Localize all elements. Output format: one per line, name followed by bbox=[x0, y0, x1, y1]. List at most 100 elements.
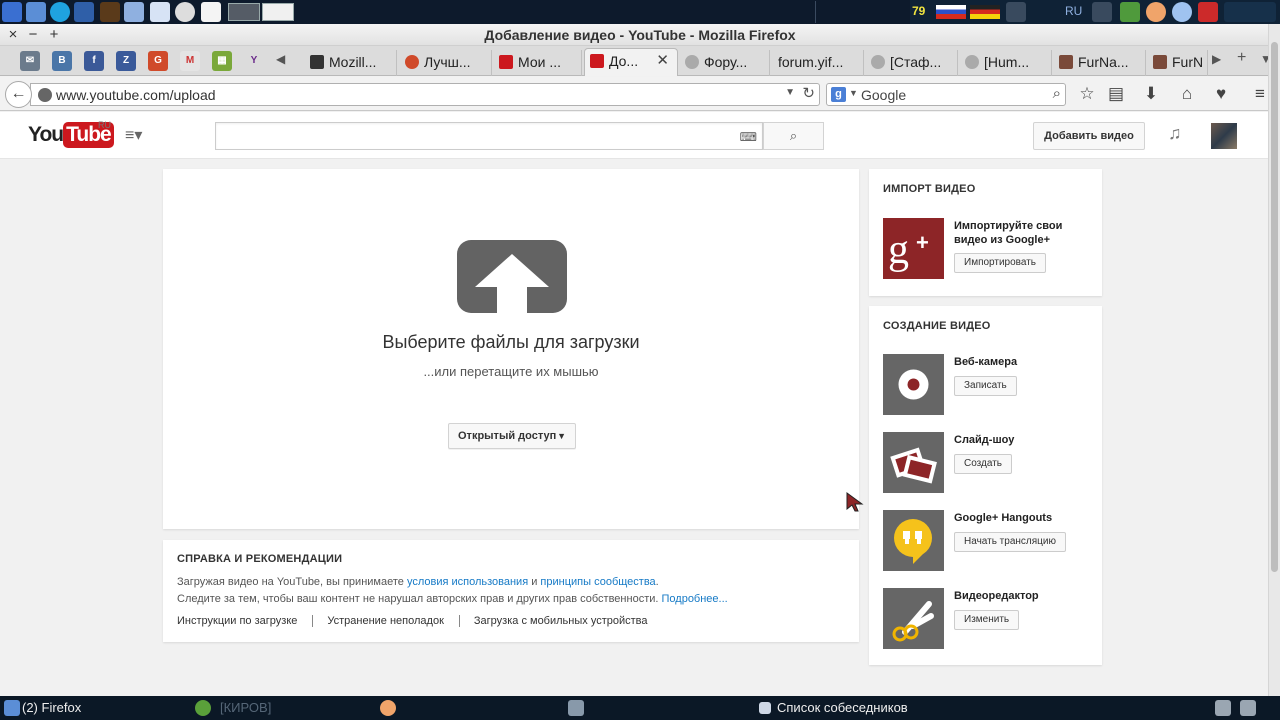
network-icon[interactable] bbox=[1092, 2, 1112, 22]
tab-furn[interactable]: FurN bbox=[1148, 50, 1208, 76]
task-firefox[interactable]: (2) Firefox bbox=[22, 696, 81, 720]
downloads-icon[interactable]: ⬇ bbox=[1141, 84, 1161, 104]
menu-icon[interactable]: ≡ bbox=[1250, 84, 1270, 104]
tab-staf[interactable]: [Стаф... bbox=[866, 50, 958, 76]
upload-title[interactable]: Выберите файлы для загрузки bbox=[163, 332, 859, 353]
notifications-bell-icon[interactable]: ♫ bbox=[1168, 123, 1182, 144]
troubleshooting-link[interactable]: Устранение неполадок bbox=[327, 615, 444, 627]
search-engine-name: Google bbox=[861, 87, 907, 103]
tabs-scroll-right-icon[interactable]: ▶ bbox=[1212, 52, 1221, 66]
record-icon[interactable] bbox=[1198, 2, 1218, 22]
volume-icon[interactable] bbox=[1006, 2, 1026, 22]
pinned-tab-yahoo[interactable]: Y bbox=[244, 51, 264, 71]
url-history-dropdown-icon[interactable]: ▼ bbox=[785, 87, 795, 98]
back-button[interactable]: ← bbox=[5, 81, 32, 108]
new-tab-icon[interactable]: + bbox=[1237, 49, 1246, 67]
youtube-search-button[interactable]: ⌕ bbox=[763, 122, 824, 150]
search-engine-dropdown-icon[interactable]: ▼ bbox=[849, 88, 858, 98]
task-chat-list[interactable]: Список собеседников bbox=[777, 696, 908, 720]
camera-icon[interactable] bbox=[175, 2, 195, 22]
start-menu-icon[interactable] bbox=[2, 2, 22, 22]
pinned-tab-g[interactable]: G bbox=[148, 51, 168, 71]
search-icon[interactable]: ⌕ bbox=[1053, 85, 1061, 102]
pinned-tab-facebook[interactable]: f bbox=[84, 51, 104, 71]
video-editor-icon[interactable] bbox=[883, 588, 944, 649]
tab-close-icon[interactable]: ✕ bbox=[656, 49, 669, 73]
add-video-button[interactable]: Добавить видео bbox=[1033, 122, 1145, 150]
addon-icon[interactable]: ♥ bbox=[1211, 84, 1231, 104]
scrollbar-thumb[interactable] bbox=[1271, 42, 1278, 572]
document-icon[interactable] bbox=[150, 2, 170, 22]
url-bar[interactable]: www.youtube.com/upload ▼ ↻ bbox=[30, 83, 820, 106]
hangouts-icon[interactable] bbox=[883, 510, 944, 571]
youtube-favicon bbox=[590, 54, 604, 68]
tab-best[interactable]: Лучш... bbox=[400, 50, 492, 76]
messenger-icon[interactable] bbox=[1172, 2, 1192, 22]
pinned-tab-vk[interactable]: B bbox=[52, 51, 72, 71]
pinned-tab-mail[interactable]: ✉ bbox=[20, 51, 40, 71]
tab-my-videos[interactable]: Мои ... bbox=[494, 50, 582, 76]
youtube-search-input[interactable]: ⌨ bbox=[215, 122, 763, 150]
tab-forum[interactable]: Фору... bbox=[680, 50, 770, 76]
skype-icon[interactable] bbox=[50, 2, 70, 22]
guide-menu-icon[interactable]: ≡▾ bbox=[125, 125, 142, 145]
launcher-icon[interactable] bbox=[100, 2, 120, 22]
privacy-label: Открытый доступ bbox=[458, 430, 557, 442]
create-slideshow-button[interactable]: Создать bbox=[954, 454, 1013, 474]
bookmark-star-icon[interactable]: ☆ bbox=[1077, 84, 1097, 104]
tray-app-icon-2[interactable] bbox=[1240, 700, 1256, 716]
webcam-icon[interactable] bbox=[883, 354, 944, 415]
tab-hum[interactable]: [Hum... bbox=[960, 50, 1052, 76]
tab-label: forum.yif... bbox=[778, 54, 844, 70]
terms-of-use-link[interactable]: условия использования bbox=[407, 576, 528, 588]
tabs-scroll-left-icon[interactable]: ◀ bbox=[276, 52, 285, 66]
record-button[interactable]: Записать bbox=[954, 376, 1017, 396]
avatar[interactable] bbox=[1211, 123, 1237, 149]
pinned-tab-app2[interactable]: ▦ bbox=[212, 51, 232, 71]
svg-text:+: + bbox=[916, 230, 929, 255]
bookmarks-list-icon[interactable]: ▤ bbox=[1106, 84, 1126, 104]
tab-forum-yify[interactable]: forum.yif... bbox=[772, 50, 864, 76]
youtube-logo[interactable]: You Tube RU bbox=[28, 120, 114, 148]
edit-button[interactable]: Изменить bbox=[954, 610, 1020, 630]
page-scrollbar[interactable] bbox=[1268, 24, 1280, 696]
tray-app-icon[interactable] bbox=[1215, 700, 1231, 716]
privacy-dropdown[interactable]: Открытый доступ ▼ bbox=[448, 423, 576, 449]
upload-dropzone[interactable]: Выберите файлы для загрузки ...или перет… bbox=[163, 169, 859, 529]
app-task-icon bbox=[380, 700, 396, 716]
upload-arrow-icon[interactable] bbox=[457, 240, 567, 313]
reload-icon[interactable]: ↻ bbox=[802, 84, 815, 102]
workspace-1[interactable] bbox=[228, 3, 260, 21]
desktop-icon[interactable] bbox=[201, 2, 221, 22]
upload-subtitle: ...или перетащите их мышью bbox=[423, 364, 599, 379]
keyboard-layout[interactable]: RU bbox=[1065, 4, 1082, 18]
home-icon[interactable]: ⌂ bbox=[1177, 84, 1197, 104]
slideshow-icon[interactable] bbox=[883, 432, 944, 493]
learn-more-link[interactable]: Подробнее... bbox=[662, 593, 728, 605]
tab-mozilla[interactable]: Mozill... bbox=[305, 50, 397, 76]
workspace-2[interactable] bbox=[262, 3, 294, 21]
browser-icon[interactable] bbox=[124, 2, 144, 22]
start-broadcast-button[interactable]: Начать трансляцию bbox=[954, 532, 1066, 552]
window-title: Добавление видео - YouTube - Mozilla Fir… bbox=[484, 27, 796, 43]
file-manager-icon[interactable] bbox=[26, 2, 46, 22]
tab-upload-active[interactable]: До... ✕ bbox=[584, 48, 678, 76]
app-icon[interactable] bbox=[1146, 2, 1166, 22]
google-plus-icon[interactable]: g + bbox=[883, 218, 944, 279]
mobile-upload-link[interactable]: Загрузка с мобильных устройства bbox=[474, 615, 648, 627]
community-guidelines-link[interactable]: принципы сообщества bbox=[540, 576, 655, 588]
task-kirov[interactable]: [КИРОВ] bbox=[220, 696, 271, 720]
help-links: Инструкции по загрузке Устранение неполад… bbox=[177, 615, 648, 628]
tab-furna[interactable]: FurNa... bbox=[1054, 50, 1146, 76]
settings-icon[interactable] bbox=[74, 2, 94, 22]
upload-instructions-link[interactable]: Инструкции по загрузке bbox=[177, 615, 297, 627]
pinned-tab-gmail[interactable]: M bbox=[180, 51, 200, 71]
import-button[interactable]: Импортировать bbox=[954, 253, 1047, 273]
tab-label: [Hum... bbox=[984, 54, 1030, 70]
flag-icon bbox=[936, 5, 966, 19]
url-text[interactable]: www.youtube.com/upload bbox=[56, 87, 216, 103]
keyboard-icon[interactable]: ⌨ bbox=[740, 130, 757, 144]
tools-icon[interactable] bbox=[1120, 2, 1140, 22]
pinned-tab-app[interactable]: Z bbox=[116, 51, 136, 71]
search-bar[interactable]: g ▼ Google ⌕ bbox=[826, 83, 1066, 106]
